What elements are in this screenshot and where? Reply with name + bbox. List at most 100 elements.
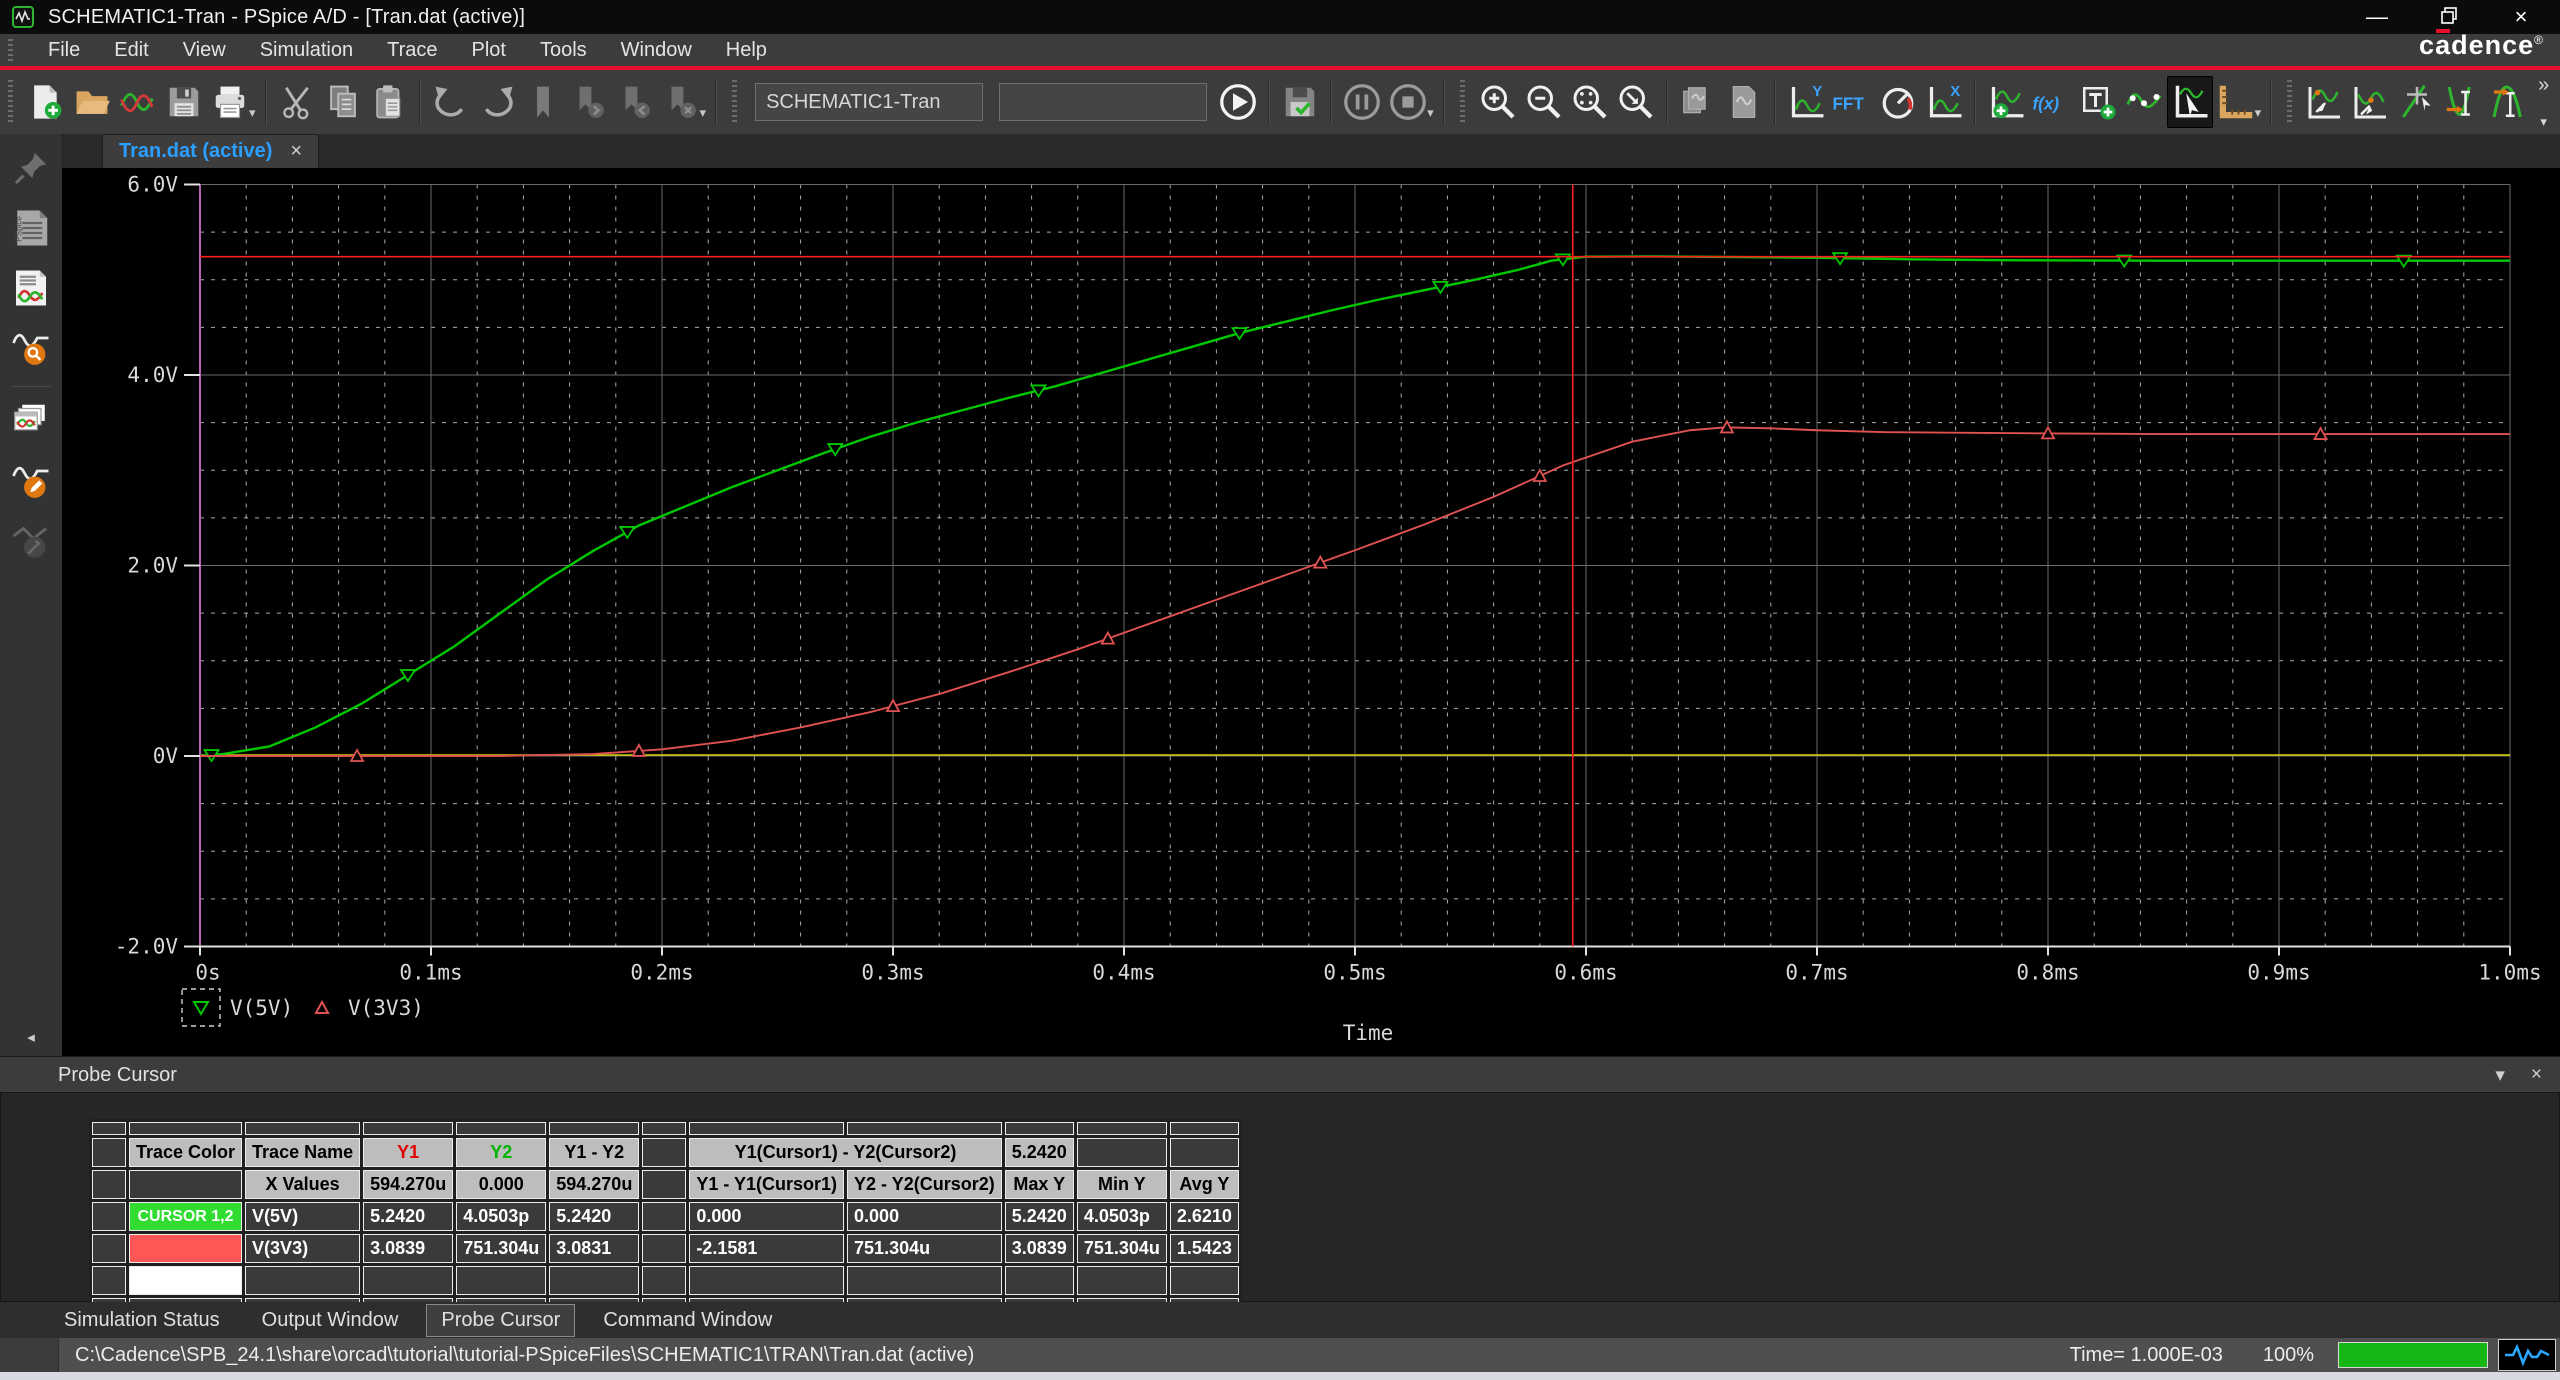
redo-button[interactable]: [474, 76, 520, 128]
run-button[interactable]: [1215, 76, 1261, 128]
minimize-button[interactable]: —: [2362, 0, 2392, 34]
probe-table-cell[interactable]: 3.0831: [549, 1234, 639, 1263]
probe-table-cell[interactable]: [129, 1122, 242, 1135]
probe-table-cell[interactable]: [1005, 1266, 1074, 1295]
probe-table-cell[interactable]: 5.2420: [1005, 1138, 1074, 1167]
save-simulation-button[interactable]: [1277, 76, 1323, 128]
probe-table-cell[interactable]: [549, 1266, 639, 1295]
simulation-profile-combo[interactable]: [755, 83, 983, 121]
probe-table-cell[interactable]: Y1(Cursor1) - Y2(Cursor2): [689, 1138, 1001, 1167]
probe-table-cell[interactable]: [1077, 1122, 1167, 1135]
log-y-axis-button[interactable]: Y: [1783, 76, 1829, 128]
probe-table-cell[interactable]: [92, 1202, 126, 1231]
copy-pages-button[interactable]: [1675, 76, 1721, 128]
bookmark-clear-button[interactable]: [658, 76, 704, 128]
probe-table-cell[interactable]: CURSOR 1,2: [129, 1202, 242, 1231]
probe-table-cell[interactable]: [456, 1122, 546, 1135]
open-file-button[interactable]: [69, 76, 115, 128]
tab-simulation-status[interactable]: Simulation Status: [50, 1305, 234, 1336]
probe-table-cell[interactable]: [92, 1234, 126, 1263]
probe-table-cell[interactable]: 0.000: [847, 1202, 1002, 1231]
probe-table-cell[interactable]: [92, 1266, 126, 1295]
cut-button[interactable]: [274, 76, 320, 128]
save-button[interactable]: [161, 76, 207, 128]
probe-table-cell[interactable]: V(5V): [245, 1202, 360, 1231]
zoom-fit-button[interactable]: [1567, 76, 1613, 128]
probe-table-cell[interactable]: 3.0839: [363, 1234, 453, 1263]
probe-table-cell[interactable]: Min Y: [1077, 1170, 1167, 1199]
pause-button[interactable]: [1339, 76, 1385, 128]
tab-tran-dat[interactable]: Tran.dat (active) ×: [102, 134, 319, 168]
search-waveform-icon[interactable]: [7, 322, 55, 374]
tab-close-icon[interactable]: ×: [290, 140, 302, 163]
toggle-cursor-button[interactable]: [2167, 76, 2213, 128]
probe-table-cell[interactable]: 594.270u: [549, 1170, 639, 1199]
probe-table-cell[interactable]: [1005, 1122, 1074, 1135]
menu-help[interactable]: Help: [709, 34, 784, 66]
probe-table-cell[interactable]: 5.2420: [549, 1202, 639, 1231]
probe-table-cell[interactable]: [1170, 1138, 1239, 1167]
probe-table-cell[interactable]: Avg Y: [1170, 1170, 1239, 1199]
bookmark-dropdown-caret[interactable]: ▾: [700, 105, 707, 121]
probe-table-cell[interactable]: [1170, 1122, 1239, 1135]
probe-table-cell[interactable]: 0.000: [689, 1202, 844, 1231]
plot-windows-icon[interactable]: [7, 395, 55, 447]
zoom-out-button[interactable]: [1521, 76, 1567, 128]
bookmark-previous-button[interactable]: [612, 76, 658, 128]
probe-table-cell[interactable]: Max Y: [1005, 1170, 1074, 1199]
probe-table-cell[interactable]: [129, 1170, 242, 1199]
waveform-file-icon[interactable]: [7, 262, 55, 314]
panel-close-icon[interactable]: ×: [2531, 1064, 2542, 1087]
probe-table-cell[interactable]: 594.270u: [363, 1170, 453, 1199]
cursor-peak-button[interactable]: [2302, 76, 2348, 128]
bookmark-next-button[interactable]: [566, 76, 612, 128]
probe-table-cell[interactable]: Y1 - Y2: [549, 1138, 639, 1167]
tab-command-window[interactable]: Command Window: [589, 1305, 786, 1336]
probe-table-cell[interactable]: [549, 1122, 639, 1135]
probe-table-cell[interactable]: [245, 1122, 360, 1135]
menu-simulation[interactable]: Simulation: [243, 34, 370, 66]
probe-table-cell[interactable]: [456, 1266, 546, 1295]
probe-table-cell[interactable]: 4.0503p: [1077, 1202, 1167, 1231]
probe-table-cell[interactable]: [129, 1266, 242, 1295]
probe-table-cell[interactable]: [689, 1266, 844, 1295]
undo-button[interactable]: [428, 76, 474, 128]
probe-table-cell[interactable]: [1077, 1266, 1167, 1295]
performance-analysis-button[interactable]: [1875, 76, 1921, 128]
edit-waveform-icon[interactable]: [7, 455, 55, 507]
probe-table-cell[interactable]: Trace Name: [245, 1138, 360, 1167]
probe-table-cell[interactable]: Y2: [456, 1138, 546, 1167]
probe-table-cell[interactable]: Y1: [363, 1138, 453, 1167]
menu-file[interactable]: File: [31, 34, 97, 66]
insert-text-button[interactable]: [2075, 76, 2121, 128]
probe-table-cell[interactable]: [363, 1122, 453, 1135]
bookmark-button[interactable]: [520, 76, 566, 128]
probe-table-cell[interactable]: [642, 1122, 686, 1135]
sidebar-collapse-icon[interactable]: ◂: [27, 1028, 35, 1046]
probe-table-cell[interactable]: [92, 1138, 126, 1167]
cursor-max-button[interactable]: [2486, 76, 2532, 128]
cursor-min-button[interactable]: [2440, 76, 2486, 128]
waveform-plot[interactable]: 0s0.1ms0.2ms0.3ms0.4ms0.5ms0.6ms0.7ms0.8…: [62, 168, 2560, 1056]
copy-button[interactable]: [320, 76, 366, 128]
probe-table-cell[interactable]: [642, 1202, 686, 1231]
toolbar-overflow[interactable]: » ▾: [2538, 74, 2549, 130]
probe-table-cell[interactable]: [363, 1266, 453, 1295]
probe-table-cell[interactable]: [1170, 1266, 1239, 1295]
close-button[interactable]: ×: [2506, 0, 2536, 34]
probe-table-cell[interactable]: [245, 1266, 360, 1295]
menu-tools[interactable]: Tools: [523, 34, 604, 66]
panel-collapse-icon[interactable]: ▾: [2495, 1064, 2505, 1087]
page-view-button[interactable]: [1721, 76, 1767, 128]
paste-button[interactable]: [366, 76, 412, 128]
probe-table-cell[interactable]: 751.304u: [847, 1234, 1002, 1263]
probe-table-cell[interactable]: 751.304u: [1077, 1234, 1167, 1263]
probe-table-cell[interactable]: 5.2420: [1005, 1202, 1074, 1231]
pspice-file-icon[interactable]: PSpice: [7, 202, 55, 254]
menu-plot[interactable]: Plot: [454, 34, 522, 66]
pin-icon[interactable]: [7, 142, 55, 194]
probe-table-cell[interactable]: Y2 - Y2(Cursor2): [847, 1170, 1002, 1199]
menu-trace[interactable]: Trace: [370, 34, 454, 66]
probe-table-cell[interactable]: [1077, 1138, 1167, 1167]
probe-table-cell[interactable]: [642, 1170, 686, 1199]
